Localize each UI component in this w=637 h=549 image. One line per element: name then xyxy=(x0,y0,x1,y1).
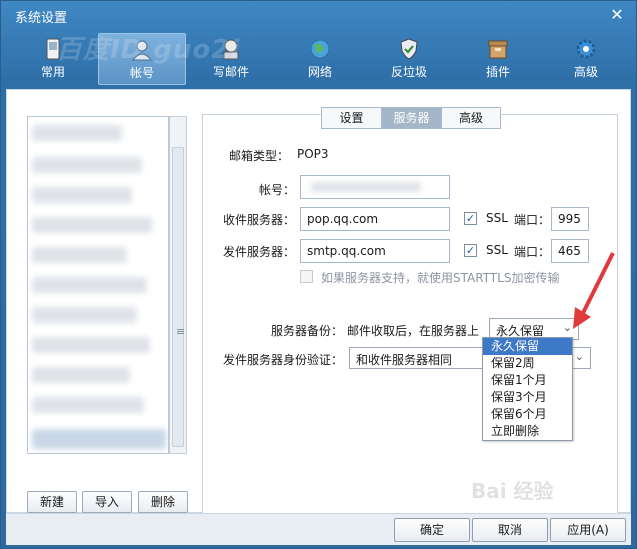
starttls-checkbox[interactable] xyxy=(300,270,313,283)
annotation-arrow-icon xyxy=(573,252,615,329)
cancel-button[interactable]: 取消 xyxy=(472,518,548,542)
toolbar-item-plugins[interactable]: 插件 xyxy=(454,33,542,85)
server-backup-label: 服务器备份： xyxy=(270,324,343,338)
selected-account-row xyxy=(32,429,166,449)
toolbar-label: 帐号 xyxy=(129,66,154,80)
tab-advanced[interactable]: 高级 xyxy=(441,107,501,129)
plugin-box-icon xyxy=(488,40,508,59)
blurred-account-row xyxy=(32,277,147,293)
blurred-account-row xyxy=(32,367,130,383)
dropdown-option[interactable]: 立即删除 xyxy=(483,423,572,440)
outgoing-server-field[interactable]: smtp.qq.com xyxy=(300,239,450,263)
server-settings-panel: 设置 服务器 高级 邮箱类型： POP3 帐号： 收件服务器： pop.qq.c… xyxy=(202,107,618,544)
shield-icon xyxy=(400,38,418,60)
toolbar-label: 写邮件 xyxy=(212,65,249,79)
grip-icon: ≡ xyxy=(176,325,186,338)
tab-server[interactable]: 服务器 xyxy=(381,107,441,129)
toolbar-label: 插件 xyxy=(485,65,510,79)
account-field[interactable] xyxy=(300,175,450,199)
server-backup-description: 邮件收取后，在服务器上 xyxy=(347,324,480,338)
incoming-port-label: 端口： xyxy=(514,213,551,227)
account-list-scrollbar[interactable]: ≡ xyxy=(169,116,187,454)
settings-content: ≡ 新建 导入 删除 设置 服务器 高级 邮箱类型： POP3 帐号： 收件服务… xyxy=(6,89,631,544)
watermark-text: 百度ID guo2i xyxy=(56,35,241,65)
toolbar-label: 高级 xyxy=(573,65,598,79)
dropdown-option[interactable]: 保留6个月 xyxy=(483,406,572,423)
blurred-account-row xyxy=(32,337,150,353)
blurred-account-row xyxy=(32,187,132,203)
dropdown-option[interactable]: 保留1个月 xyxy=(483,372,572,389)
incoming-server-field[interactable]: pop.qq.com xyxy=(300,207,450,231)
baidu-watermark: Bai 经验 xyxy=(471,479,554,503)
outgoing-ssl-label: SSL xyxy=(486,243,508,257)
blurred-account-row xyxy=(32,157,142,173)
server-backup-selected: 永久保留 xyxy=(496,324,545,338)
window-title: 系统设置 xyxy=(15,11,68,26)
outgoing-ssl-checkbox[interactable]: ✓ xyxy=(464,244,477,257)
toolbar-label: 网络 xyxy=(307,65,332,79)
mailbox-type-label: 邮箱类型： xyxy=(228,149,289,163)
gear-icon xyxy=(576,39,596,59)
outgoing-auth-label: 发件服务器身份验证： xyxy=(222,353,343,367)
settings-tabs: 设置 服务器 高级 xyxy=(321,107,501,129)
account-panel: ≡ 新建 导入 删除 xyxy=(27,116,194,546)
close-button[interactable]: ✕ xyxy=(608,6,626,24)
import-button[interactable]: 导入 xyxy=(82,491,132,513)
mailbox-type-value: POP3 xyxy=(297,147,329,161)
delete-account-button[interactable]: 删除 xyxy=(138,491,188,513)
blurred-account-row xyxy=(32,125,122,141)
blurred-account-value xyxy=(311,182,421,192)
toolbar-item-network[interactable]: 网络 xyxy=(276,33,364,85)
starttls-label: 如果服务器支持，就使用STARTTLS加密传输 xyxy=(321,271,560,285)
account-list[interactable] xyxy=(27,116,169,454)
account-label: 帐号： xyxy=(258,183,295,197)
incoming-ssl-label: SSL xyxy=(486,211,508,225)
incoming-ssl-checkbox[interactable]: ✓ xyxy=(464,212,477,225)
backup-options-dropdown: 永久保留 保留2周 保留1个月 保留3个月 保留6个月 立即删除 xyxy=(482,337,573,441)
outgoing-server-label: 发件服务器： xyxy=(222,245,295,259)
blurred-account-row xyxy=(32,307,137,323)
toolbar-label: 反垃圾 xyxy=(390,65,427,79)
outgoing-auth-selected: 和收件服务器相同 xyxy=(356,353,453,367)
settings-window: 系统设置 ✕ 常用 帐号 写邮件 网络 反垃圾 插件 高级 百度ID guo2i… xyxy=(0,0,637,549)
incoming-port-field[interactable]: 995 xyxy=(551,207,589,231)
blurred-account-row xyxy=(32,397,144,413)
chevron-down-icon: ⌄ xyxy=(574,350,584,363)
blurred-account-row xyxy=(32,247,127,263)
blurred-account-row xyxy=(32,217,152,233)
title-bar: 系统设置 ✕ xyxy=(1,1,636,29)
toolbar-item-antispam[interactable]: 反垃圾 xyxy=(365,33,453,85)
dialog-footer: 确定 取消 应用(A) xyxy=(6,513,631,545)
dropdown-option[interactable]: 保留3个月 xyxy=(483,389,572,406)
tab-settings[interactable]: 设置 xyxy=(321,107,381,129)
toolbar-label: 常用 xyxy=(40,65,65,79)
dropdown-option[interactable]: 永久保留 xyxy=(483,338,572,355)
dropdown-option[interactable]: 保留2周 xyxy=(483,355,572,372)
outgoing-port-label: 端口： xyxy=(514,245,551,259)
ok-button[interactable]: 确定 xyxy=(394,518,470,542)
globe-icon xyxy=(310,39,330,59)
toolbar-item-advanced[interactable]: 高级 xyxy=(542,33,630,85)
new-account-button[interactable]: 新建 xyxy=(27,491,77,513)
scroll-thumb[interactable]: ≡ xyxy=(172,147,186,447)
apply-button[interactable]: 应用(A) xyxy=(550,518,626,542)
incoming-server-label: 收件服务器： xyxy=(222,213,295,227)
